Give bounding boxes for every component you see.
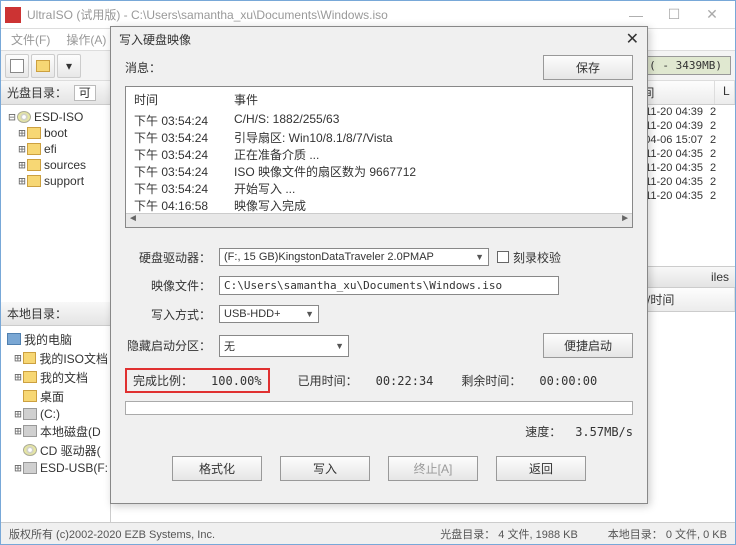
write-mode-label: 写入方式：	[125, 306, 211, 323]
log-box: 时间 事件 下午 03:54:24C/H/S: 1882/255/63 下午 0…	[125, 86, 633, 228]
complete-label: 完成比例：	[133, 372, 193, 389]
minimize-button[interactable]: —	[617, 4, 655, 26]
progress-bar	[125, 401, 633, 415]
tree-item[interactable]: ⊞sources	[3, 157, 108, 173]
complete-value: 100.00%	[211, 374, 262, 388]
toolbar-new[interactable]	[5, 54, 29, 78]
status-local: 本地目录： 0 文件, 0 KB	[608, 526, 727, 542]
toolbar-btn3[interactable]: ▾	[57, 54, 81, 78]
window-title: UltraISO (试用版) - C:\Users\samantha_xu\Do…	[27, 6, 617, 23]
dialog-title: 写入硬盘映像	[119, 31, 626, 48]
disc-tree[interactable]: ⊟ESD-ISO ⊞boot ⊞efi ⊞sources ⊞support	[1, 105, 110, 302]
tree-item[interactable]: ⊞efi	[3, 141, 108, 157]
elapsed-label: 已用时间：	[298, 372, 358, 389]
tree-item[interactable]: ⊞我的ISO文档	[3, 349, 108, 368]
format-button[interactable]: 格式化	[172, 456, 262, 481]
copyright: 版权所有 (c)2002-2020 EZB Systems, Inc.	[9, 526, 410, 542]
remain-value: 00:00:00	[539, 374, 597, 388]
message-label: 消息：	[125, 59, 161, 76]
tree-item[interactable]: ⊞support	[3, 173, 108, 189]
tree-item[interactable]: ⊞我的文档	[3, 368, 108, 387]
menu-file[interactable]: 文件(F)	[5, 29, 56, 50]
log-col-time: 时间	[134, 91, 234, 108]
toolbar-open[interactable]	[31, 54, 55, 78]
image-label: 映像文件：	[125, 277, 211, 294]
tree-item[interactable]: ⊞ESD-USB(F:	[3, 460, 108, 476]
left-column: 光盘目录： 可 ⊟ESD-ISO ⊞boot ⊞efi ⊞sources ⊞su…	[1, 81, 111, 522]
easy-boot-button[interactable]: 便捷启动	[543, 333, 633, 358]
close-button[interactable]: ✕	[693, 4, 731, 26]
tree-item[interactable]: ⊞boot	[3, 125, 108, 141]
tree-root-local[interactable]: 我的电脑	[3, 330, 108, 349]
completion-highlight: 完成比例： 100.00%	[125, 368, 270, 393]
log-col-event: 事件	[234, 91, 258, 108]
maximize-button[interactable]: ☐	[655, 4, 693, 26]
image-path-field[interactable]: C:\Users\samantha_xu\Documents\Windows.i…	[219, 276, 559, 295]
log-scrollbar[interactable]	[126, 213, 632, 227]
titlebar: UltraISO (试用版) - C:\Users\samantha_xu\Do…	[1, 1, 735, 29]
log-list[interactable]: 下午 03:54:24C/H/S: 1882/255/63 下午 03:54:2…	[126, 112, 632, 213]
statusbar: 版权所有 (c)2002-2020 EZB Systems, Inc. 光盘目录…	[1, 522, 735, 544]
return-button[interactable]: 返回	[496, 456, 586, 481]
write-disk-image-dialog: 写入硬盘映像 ✕ 消息： 保存 时间 事件 下午 03:54:24C/H/S: …	[110, 26, 648, 504]
remain-label: 剩余时间：	[461, 372, 521, 389]
tree-root-disc[interactable]: ⊟ESD-ISO	[3, 109, 108, 125]
dialog-close-icon[interactable]: ✕	[626, 29, 639, 49]
tree-item[interactable]: CD 驱动器(	[3, 441, 108, 460]
save-button[interactable]: 保存	[543, 55, 633, 80]
verify-checkbox[interactable]: 刻录校验	[497, 249, 561, 266]
hide-boot-label: 隐藏启动分区：	[125, 337, 211, 354]
local-tree-header: 本地目录：	[1, 302, 110, 326]
write-mode-select[interactable]: USB-HDD+▼	[219, 305, 319, 323]
col-l[interactable]: L	[715, 81, 735, 104]
drive-label: 硬盘驱动器：	[125, 249, 211, 266]
tree-item[interactable]: 桌面	[3, 387, 108, 406]
local-tree[interactable]: 我的电脑 ⊞我的ISO文档 ⊞我的文档 桌面 ⊞(C:) ⊞本地磁盘(D CD …	[1, 326, 110, 523]
elapsed-value: 00:22:34	[376, 374, 434, 388]
status-disc: 光盘目录： 4 文件, 1988 KB	[440, 526, 578, 542]
abort-button[interactable]: 终止[A]	[388, 456, 478, 481]
disc-tree-header: 光盘目录： 可	[1, 81, 110, 105]
menu-action[interactable]: 操作(A)	[60, 29, 112, 50]
speed-value: 3.57MB/s	[575, 425, 633, 439]
hide-boot-select[interactable]: 无▼	[219, 335, 349, 357]
write-button[interactable]: 写入	[280, 456, 370, 481]
tree-item[interactable]: ⊞(C:)	[3, 406, 108, 422]
speed-label: 速度：	[525, 423, 561, 440]
app-icon	[5, 7, 21, 23]
tree-item[interactable]: ⊞本地磁盘(D	[3, 422, 108, 441]
dialog-titlebar: 写入硬盘映像 ✕	[111, 27, 647, 51]
drive-select[interactable]: (F:, 15 GB)KingstonDataTraveler 2.0PMAP▼	[219, 248, 489, 266]
